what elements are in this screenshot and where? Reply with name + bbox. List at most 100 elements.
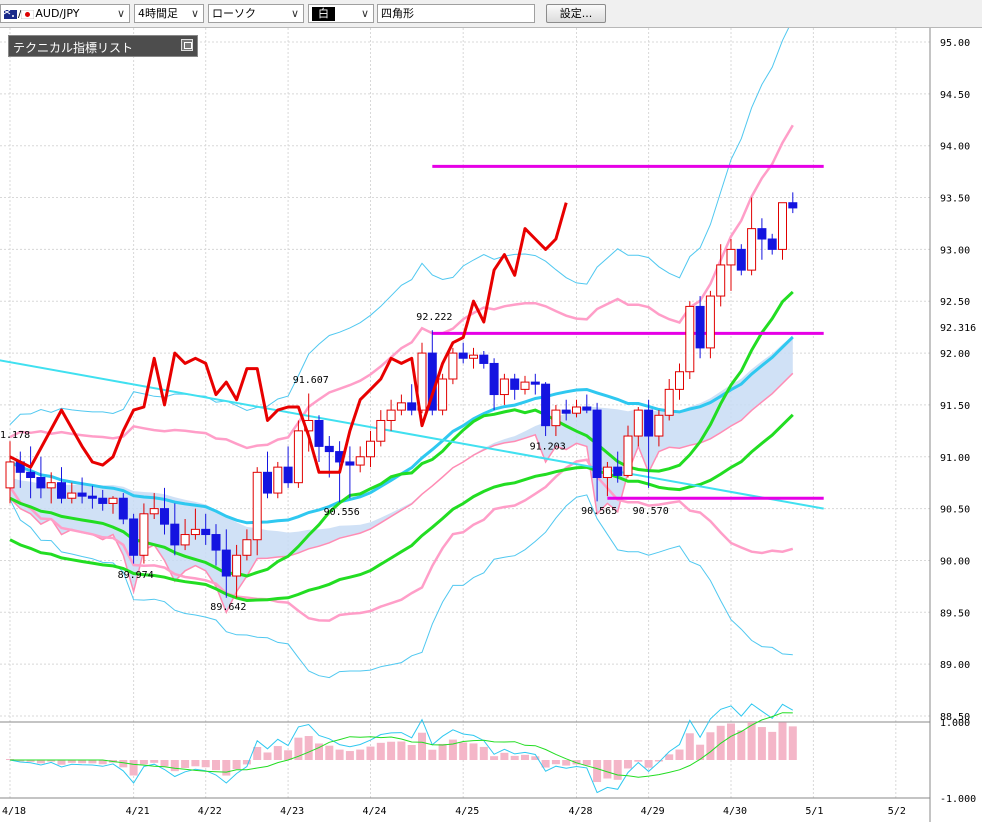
candle-body (5, 461, 15, 489)
oscillator-bar (222, 760, 231, 776)
oscillator-bar (438, 743, 447, 760)
y-tick-label: 94.50 (940, 90, 970, 101)
price-annotation: 91.607 (293, 375, 329, 386)
y-tick-label: 89.00 (940, 660, 970, 671)
oscillator-bar (407, 745, 416, 760)
x-tick-label: 4/21 (126, 806, 150, 817)
x-tick-label: 5/2 (888, 806, 906, 817)
oscillator-bar (160, 760, 169, 767)
candle-body (242, 539, 252, 556)
current-price-label: 92.316 (940, 323, 976, 334)
candle-body (685, 305, 695, 373)
y-tick-label: 93.00 (940, 245, 970, 256)
oscillator-bar (500, 752, 509, 760)
y-tick-label: 91.00 (940, 453, 970, 464)
candle-body (211, 534, 221, 551)
price-annotation: 91.178 (0, 430, 30, 441)
candle-body (366, 440, 375, 458)
oscillator-bar (459, 742, 468, 760)
oscillator-bar (551, 760, 560, 765)
x-tick-label: 4/18 (2, 806, 26, 817)
candle-body (57, 482, 66, 499)
oscillator-bar (428, 749, 437, 760)
candle-body (633, 409, 643, 437)
candle-body (77, 492, 87, 497)
settings-button[interactable]: 設定... (546, 4, 606, 23)
x-tick-label: 4/22 (198, 806, 222, 817)
color-swatch: 白 (312, 7, 335, 21)
candle-body (448, 352, 458, 380)
currency-pair-select[interactable]: / AUD/JPY ∨ (0, 4, 130, 23)
oscillator-bar (212, 760, 220, 771)
price-annotation: 92.222 (416, 312, 452, 323)
candle-body (582, 406, 592, 411)
price-chart[interactable]: 91.178 89.974 89.642 91.607 90.556 92.222 91.2… (0, 28, 982, 822)
indicator-list-panel[interactable]: テクニカル指標リスト (8, 35, 198, 57)
oscillator-bar (88, 760, 97, 764)
candle-body (190, 528, 200, 536)
timeframe-select[interactable]: 4時間足 ∨ (134, 4, 204, 23)
x-tick-label: 4/25 (455, 806, 479, 817)
oscillator-bar (665, 754, 674, 760)
oscillator-bar (191, 760, 200, 767)
candle-body (396, 402, 406, 411)
oscillator-bar (778, 722, 787, 760)
oscillator-bar (654, 760, 663, 762)
oscillator-bar (57, 760, 66, 765)
candle-body (129, 518, 139, 556)
candle-body (108, 497, 118, 504)
aud-flag-icon (4, 9, 17, 19)
candle-body (26, 471, 36, 479)
candle-body (592, 409, 602, 479)
toolbar: / AUD/JPY ∨ 4時間足 ∨ ローソク ∨ 白 ∨ 四角形 設定... (0, 0, 982, 28)
indicator-list-title: テクニカル指標リスト (13, 41, 134, 55)
candle-body (98, 497, 108, 504)
y-tick-label: 90.50 (940, 505, 970, 516)
candle-body (705, 295, 715, 349)
chart-type-select[interactable]: ローソク ∨ (208, 4, 304, 23)
candle-body (561, 409, 571, 414)
oscillator-bar (201, 760, 210, 768)
maximize-icon[interactable] (181, 39, 193, 51)
oscillator-bar (624, 760, 632, 769)
candle-body (324, 445, 334, 453)
candle-body (675, 371, 684, 390)
oscillator-bar (356, 749, 365, 760)
oscillator-bar (685, 733, 694, 760)
oscillator-bar (634, 760, 643, 762)
candle-body (232, 554, 242, 577)
chart-background (0, 28, 982, 822)
oscillator-bar (675, 749, 684, 760)
candle-body (757, 228, 767, 240)
oscillator-bar (345, 751, 354, 760)
y-tick-label: 90.00 (940, 556, 970, 567)
x-tick-label: 4/29 (641, 806, 665, 817)
candle-body (499, 378, 509, 396)
candle-body (695, 305, 705, 349)
candle-body (87, 495, 97, 499)
candle-body (778, 202, 787, 250)
oscillator-bar (644, 760, 653, 768)
chevron-down-icon: ∨ (116, 7, 126, 20)
oscillator-bar (706, 732, 715, 760)
color-select[interactable]: 白 ∨ (308, 4, 374, 23)
drawing-tool-field[interactable]: 四角形 (377, 4, 535, 23)
candle-body (654, 414, 664, 437)
candle-body (221, 549, 231, 577)
candle-body (46, 482, 56, 489)
candle-body (458, 352, 468, 359)
candle-body (376, 419, 386, 442)
candle-body (263, 471, 272, 494)
x-tick-label: 4/28 (569, 806, 593, 817)
oscillator-bar (603, 760, 612, 779)
timeframe-label: 4時間足 (138, 7, 178, 20)
candle-body (489, 362, 499, 396)
candle-body (118, 497, 128, 520)
candle-body (386, 409, 396, 421)
candle-body (602, 466, 612, 479)
candle-body (170, 523, 180, 546)
y-tick-label: 89.50 (940, 608, 970, 619)
oscillator-bar (170, 760, 179, 772)
candle-body (283, 466, 293, 484)
candle-body (160, 508, 169, 525)
